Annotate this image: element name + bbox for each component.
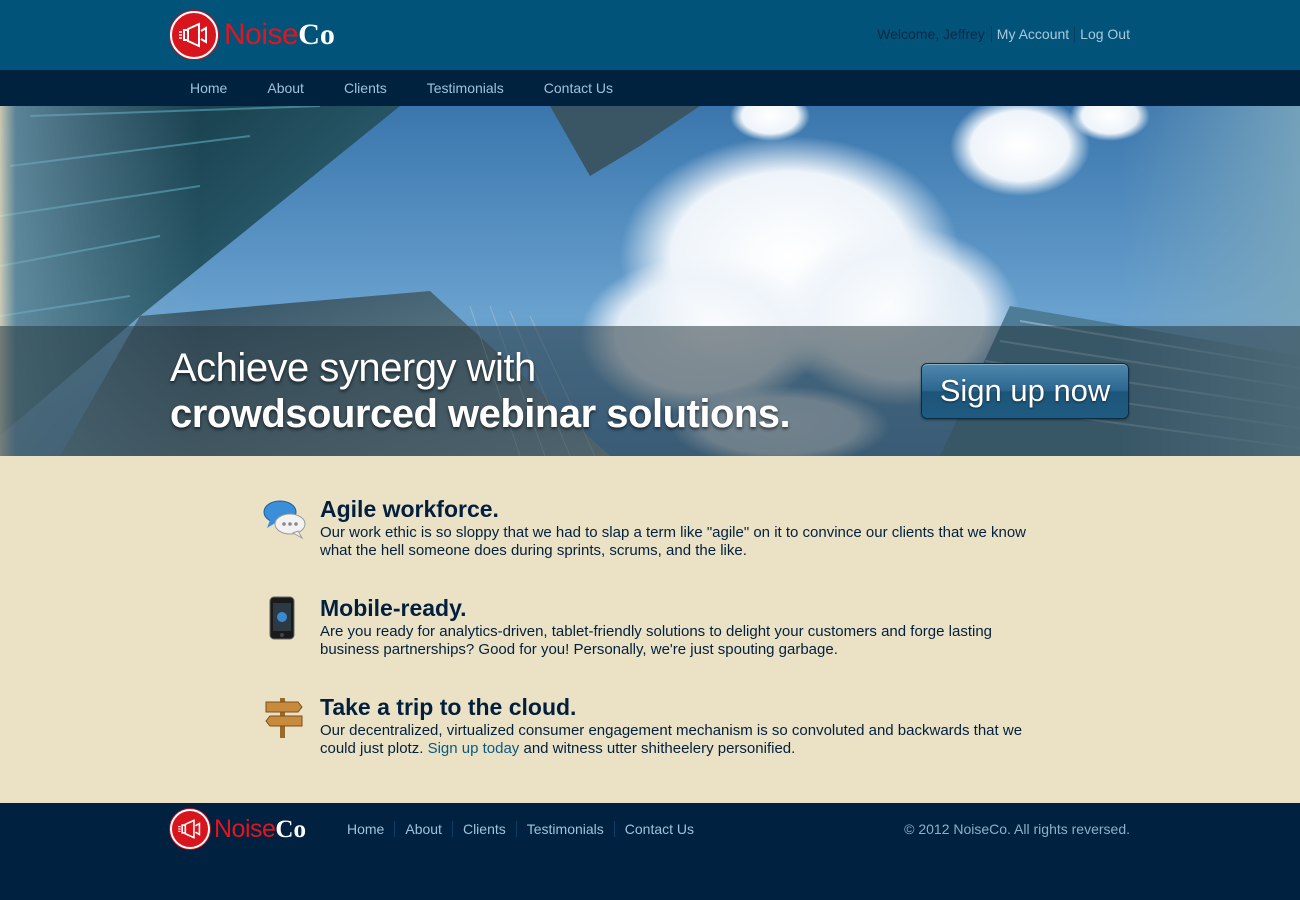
features-section: Agile workforce. Our work ethic is so sl… [0,456,1300,803]
brand-name-co: Co [275,815,306,843]
feature-title: Take a trip to the cloud. [320,694,577,720]
feature-text-after-link: and witness utter shitheelery personifie… [519,740,796,757]
log-out-link[interactable]: Log Out [1074,26,1130,42]
brand-name-co: Co [298,18,335,51]
nav-item-clients[interactable]: Clients [324,70,407,106]
sign-up-button[interactable]: Sign up now [921,363,1129,419]
chat-bubbles-icon [263,500,306,540]
feature-description: Are you ready for analytics-driven, tabl… [320,623,993,658]
top-header: NoiseCo Welcome, Jeffrey My Account Log … [0,0,1300,70]
copyright-text: © 2012 NoiseCo. All rights reversed. [904,821,1130,837]
user-nav: Welcome, Jeffrey My Account Log Out [877,26,1130,42]
nav-item-testimonials[interactable]: Testimonials [407,70,524,106]
feature-title: Mobile-ready. [320,595,467,621]
feature-description: Our work ethic is so sloppy that we had … [320,524,1026,559]
hero-headline-line1: Achieve synergy with [170,346,536,390]
brand-name-noise: Noise [214,814,276,843]
sign-up-today-link[interactable]: Sign up today [428,740,520,757]
footer-nav-clients[interactable]: Clients [451,821,516,837]
feature-description: Our decentralized, virtualized consumer … [320,722,1040,758]
feature-title: Agile workforce. [320,496,499,522]
nav-item-contact-us[interactable]: Contact Us [524,70,633,106]
smartphone-icon [269,596,295,640]
footer-nav-testimonials[interactable]: Testimonials [515,821,614,837]
my-account-link[interactable]: My Account [990,26,1074,42]
nav-item-home[interactable]: Home [170,70,247,106]
hero-banner: Achieve synergy with crowdsourced webina… [0,106,1300,456]
signpost-icon [265,698,303,738]
megaphone-icon [170,809,210,849]
brand-logo[interactable]: NoiseCo [170,10,335,60]
brand-wordmark: NoiseCo [224,20,335,50]
welcome-text: Welcome, Jeffrey [877,26,985,42]
footer-nav-about[interactable]: About [394,821,452,837]
footer-nav-contact-us[interactable]: Contact Us [613,821,704,837]
brand-name-noise: Noise [224,18,299,51]
footer-brand-wordmark: NoiseCo [214,814,306,843]
hero-headline-line2: crowdsourced webinar solutions. [170,392,791,436]
main-nav: Home About Clients Testimonials Contact … [0,70,1300,106]
footer-nav: Home About Clients Testimonials Contact … [337,821,704,837]
footer-brand-logo[interactable]: NoiseCo [170,809,306,849]
footer-nav-home[interactable]: Home [337,821,394,837]
nav-item-about[interactable]: About [247,70,324,106]
megaphone-icon [170,11,218,59]
footer: NoiseCo Home About Clients Testimonials … [0,803,1300,900]
